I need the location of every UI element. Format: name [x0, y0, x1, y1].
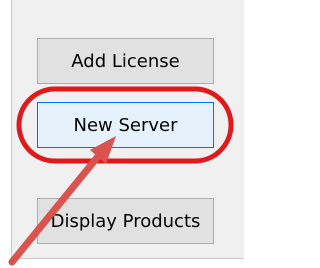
highlight-oval	[16, 86, 234, 164]
arrow-icon	[8, 136, 116, 266]
annotation-overlay	[8, 86, 234, 266]
